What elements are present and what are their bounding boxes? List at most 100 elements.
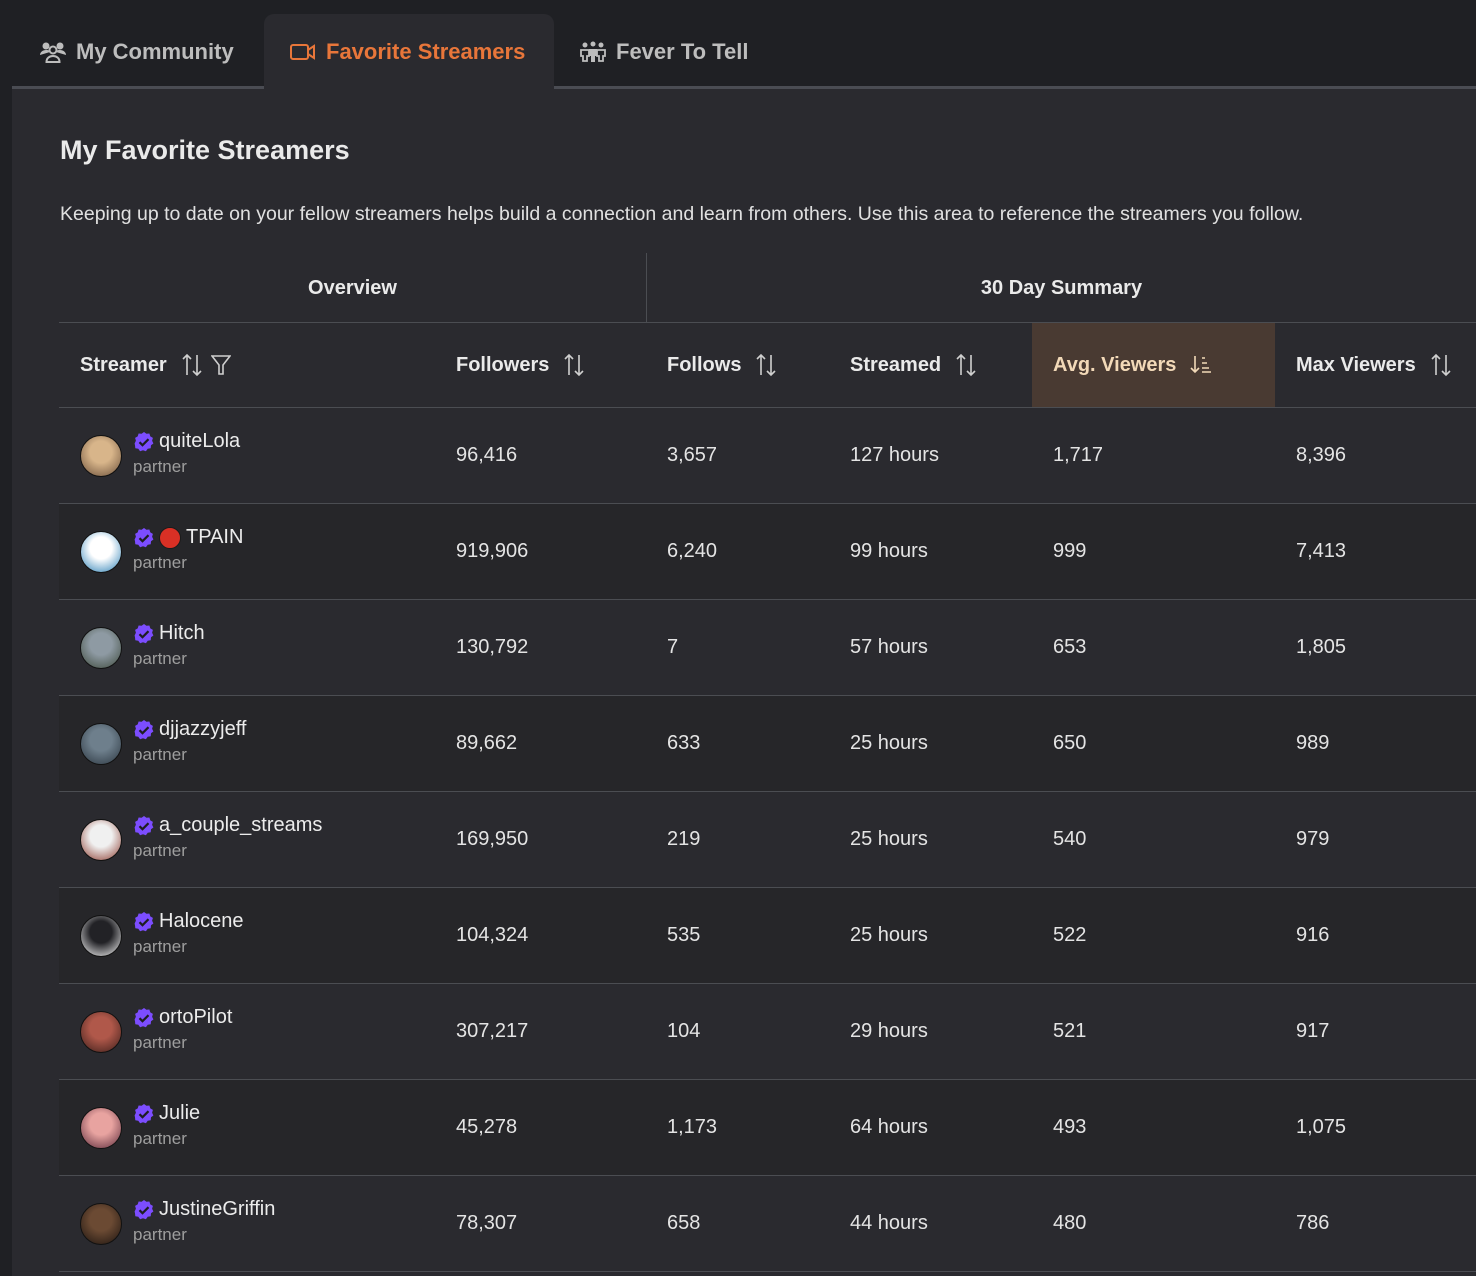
streamer-name[interactable]: quiteLola — [159, 430, 240, 453]
column-header-follows[interactable]: Follows — [646, 323, 829, 407]
cell-streamer: Hitch partner — [59, 600, 435, 695]
streamer-name[interactable]: djjazzyjeff — [159, 718, 246, 741]
sort-icon[interactable] — [1430, 353, 1452, 377]
streamer-type: partner — [133, 840, 187, 860]
cell-streamer: Halocene partner — [59, 888, 435, 983]
tab-bar: My Community Favorite Streamers Fever To… — [12, 0, 1476, 92]
cell-followers: 169,950 — [456, 828, 529, 850]
avatar[interactable] — [80, 722, 122, 765]
avatar[interactable] — [80, 1106, 122, 1149]
cell-max-viewers: 1,075 — [1296, 1116, 1347, 1138]
column-label: Max Viewers — [1296, 353, 1416, 376]
table-row[interactable]: quiteLola partner 96,416 3,657 127 hours… — [59, 408, 1476, 504]
tab-label: My Community — [76, 38, 234, 64]
avatar[interactable] — [80, 914, 122, 957]
cell-streamer: ortoPilot partner — [59, 984, 435, 1079]
column-label: Avg. Viewers — [1053, 353, 1177, 376]
cell-max-viewers: 8,396 — [1296, 444, 1347, 466]
column-header-followers[interactable]: Followers — [435, 323, 646, 407]
streamer-type: partner — [133, 1032, 187, 1052]
streamers-table: Overview 30 Day Summary Streamer Followe… — [59, 253, 1476, 1272]
cell-streamer: TPAIN partner — [59, 504, 435, 599]
group-overview: Overview — [308, 276, 397, 299]
cell-avg-viewers: 480 — [1053, 1212, 1087, 1234]
tab-fever-to-tell[interactable]: Fever To Tell — [568, 14, 768, 89]
streamer-name[interactable]: JustineGriffin — [159, 1198, 275, 1221]
verified-badge-icon — [133, 431, 155, 453]
cell-streamed: 25 hours — [850, 828, 928, 850]
cell-streamed: 25 hours — [850, 924, 928, 946]
cell-streamed: 64 hours — [850, 1116, 928, 1138]
cell-streamed: 25 hours — [850, 732, 928, 754]
sort-descending-icon[interactable] — [1190, 354, 1212, 376]
cell-followers: 307,217 — [456, 1020, 529, 1042]
streamer-name[interactable]: a_couple_streams — [159, 814, 322, 837]
avatar[interactable] — [80, 434, 122, 477]
tab-label: Favorite Streamers — [326, 38, 526, 64]
avatar[interactable] — [80, 818, 122, 861]
column-label: Follows — [667, 353, 742, 376]
cell-avg-viewers: 1,717 — [1053, 444, 1104, 466]
sort-icon[interactable] — [181, 353, 203, 377]
cell-avg-viewers: 653 — [1053, 636, 1087, 658]
table-row[interactable]: Julie partner 45,278 1,173 64 hours 493 … — [59, 1080, 1476, 1176]
cell-follows: 6,240 — [667, 540, 718, 562]
avatar[interactable] — [80, 1202, 122, 1245]
cell-follows: 535 — [667, 924, 701, 946]
column-label: Followers — [456, 353, 550, 376]
column-label: Streamed — [850, 353, 942, 376]
cell-max-viewers: 979 — [1296, 828, 1330, 850]
video-camera-icon — [288, 40, 318, 64]
verified-badge-icon — [133, 1199, 155, 1221]
streamer-name[interactable]: ortoPilot — [159, 1006, 232, 1029]
table-row[interactable]: Hitch partner 130,792 7 57 hours 653 1,8… — [59, 600, 1476, 696]
table-row[interactable]: djjazzyjeff partner 89,662 633 25 hours … — [59, 696, 1476, 792]
cell-max-viewers: 989 — [1296, 732, 1330, 754]
cell-avg-viewers: 521 — [1053, 1020, 1087, 1042]
column-header-streamer[interactable]: Streamer — [59, 323, 435, 407]
cell-max-viewers: 916 — [1296, 924, 1330, 946]
cell-followers: 919,906 — [456, 540, 529, 562]
tab-my-community[interactable]: My Community — [26, 14, 262, 89]
avatar[interactable] — [80, 1010, 122, 1053]
cell-avg-viewers: 522 — [1053, 924, 1087, 946]
streamer-type: partner — [133, 648, 187, 668]
table-row[interactable]: a_couple_streams partner 169,950 219 25 … — [59, 792, 1476, 888]
avatar[interactable] — [80, 530, 122, 573]
streamer-name[interactable]: Halocene — [159, 910, 244, 933]
cell-followers: 45,278 — [456, 1116, 518, 1138]
cell-streamed: 99 hours — [850, 540, 928, 562]
cell-max-viewers: 7,413 — [1296, 540, 1347, 562]
table-row[interactable]: JustineGriffin partner 78,307 658 44 hou… — [59, 1176, 1476, 1272]
verified-badge-icon — [133, 911, 155, 933]
column-header-avg-viewers[interactable]: Avg. Viewers — [1032, 323, 1275, 407]
sort-icon[interactable] — [955, 353, 977, 377]
tab-label: Fever To Tell — [616, 38, 749, 64]
cell-follows: 104 — [667, 1020, 701, 1042]
filter-icon[interactable] — [210, 354, 231, 376]
table-row[interactable]: ortoPilot partner 307,217 104 29 hours 5… — [59, 984, 1476, 1080]
table-row[interactable]: TPAIN partner 919,906 6,240 99 hours 999… — [59, 504, 1476, 600]
column-label: Streamer — [80, 353, 167, 376]
streamer-name[interactable]: Hitch — [159, 622, 205, 645]
cell-streamer: JustineGriffin partner — [59, 1176, 435, 1271]
avatar[interactable] — [80, 626, 122, 669]
favorite-streamers-panel: My Favorite Streamers Keeping up to date… — [12, 89, 1476, 1276]
column-header-max-viewers[interactable]: Max Viewers — [1275, 323, 1476, 407]
streamer-name[interactable]: Julie — [159, 1102, 200, 1125]
streamer-type: partner — [133, 552, 187, 572]
table-row[interactable]: Halocene partner 104,324 535 25 hours 52… — [59, 888, 1476, 984]
page-title: My Favorite Streamers — [60, 135, 350, 165]
streamer-name[interactable]: TPAIN — [186, 526, 243, 549]
cell-max-viewers: 917 — [1296, 1020, 1330, 1042]
sort-icon[interactable] — [563, 353, 585, 377]
cell-follows: 219 — [667, 828, 701, 850]
sort-icon[interactable] — [755, 353, 777, 377]
cell-streamer: a_couple_streams partner — [59, 792, 435, 887]
cell-avg-viewers: 493 — [1053, 1116, 1087, 1138]
column-header-streamed[interactable]: Streamed — [829, 323, 1032, 407]
verified-badge-icon — [133, 1103, 155, 1125]
tab-favorite-streamers[interactable]: Favorite Streamers — [264, 14, 554, 92]
verified-badge-icon — [133, 719, 155, 741]
cell-followers: 89,662 — [456, 732, 518, 754]
